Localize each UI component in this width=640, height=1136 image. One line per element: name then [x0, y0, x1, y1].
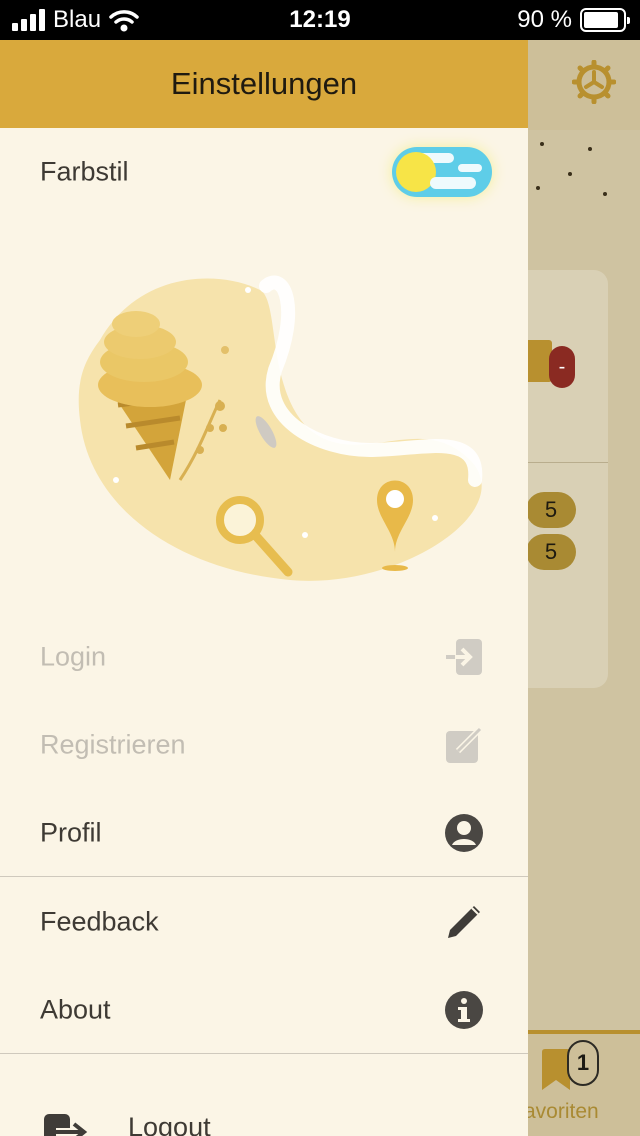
info-icon — [445, 991, 483, 1029]
favorites-badge: 1 — [567, 1040, 599, 1086]
about-label: About — [40, 994, 111, 1025]
cloud-shape — [458, 164, 482, 172]
register-label: Registrieren — [40, 729, 186, 760]
login-icon — [446, 639, 482, 675]
status-bar: Blau 12:19 90 % — [0, 0, 640, 40]
tab-favorites-label[interactable]: avoriten — [524, 1100, 599, 1124]
feedback-label: Feedback — [40, 906, 159, 937]
status-right: 90 % — [517, 6, 630, 34]
about-row[interactable]: About — [0, 966, 528, 1054]
count-badge: 5 — [526, 534, 576, 570]
battery-percent: 90 % — [517, 6, 572, 33]
login-row[interactable]: Login — [0, 613, 528, 701]
pencil-icon — [448, 906, 480, 938]
color-style-label: Farbstil — [40, 156, 129, 187]
logout-label: Logout — [128, 1112, 211, 1136]
battery-icon — [580, 8, 630, 32]
menu-divider — [0, 1053, 528, 1054]
register-row[interactable]: Registrieren — [0, 701, 528, 789]
drawer-header: Einstellungen — [0, 40, 528, 128]
profile-label: Profil — [40, 817, 102, 848]
logout-row[interactable]: Logout — [0, 1098, 528, 1136]
remove-button[interactable]: - — [549, 346, 575, 388]
battery-fill — [584, 12, 619, 28]
edit-box-icon — [446, 726, 483, 763]
feedback-row[interactable]: Feedback — [0, 878, 528, 966]
menu-divider — [0, 876, 528, 877]
count-badge: 5 — [526, 492, 576, 528]
user-icon — [445, 814, 483, 852]
color-style-toggle[interactable] — [392, 147, 492, 197]
drawer-title: Einstellungen — [170, 66, 358, 101]
logout-icon — [44, 1114, 88, 1136]
login-label: Login — [40, 641, 107, 672]
profile-row[interactable]: Profil — [0, 789, 528, 877]
ice-cream-illustration — [78, 275, 483, 581]
settings-drawer: Einstellungen Farbstil Login Registriere… — [0, 40, 528, 1136]
cloud-shape — [430, 177, 476, 189]
gear-icon[interactable] — [572, 60, 616, 104]
